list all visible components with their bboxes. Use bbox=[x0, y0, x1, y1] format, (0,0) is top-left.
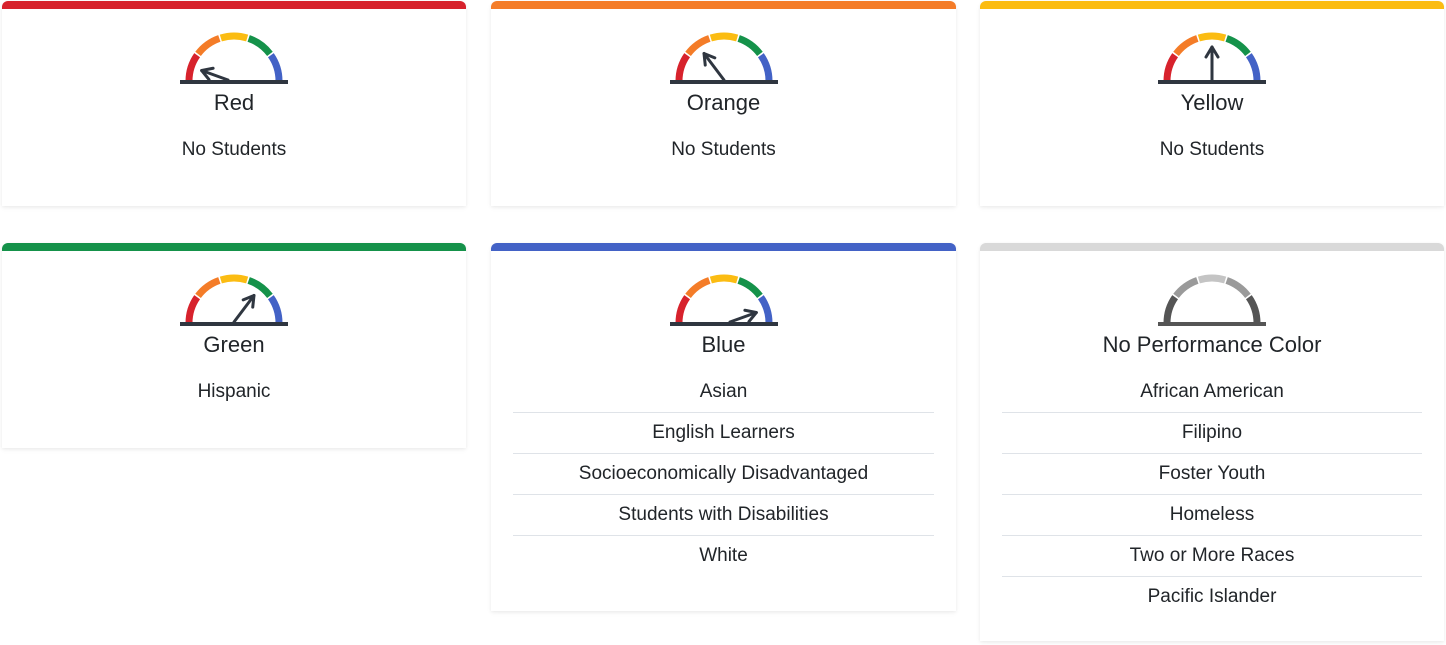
list-item: Two or More Races bbox=[1002, 536, 1422, 577]
gauge-segment bbox=[1173, 277, 1199, 299]
card-title: Orange bbox=[686, 90, 761, 115]
list-item: White bbox=[699, 545, 748, 566]
group-list: No Students bbox=[2, 130, 466, 170]
list-item: No Students bbox=[671, 139, 776, 160]
gauge-yellow-icon bbox=[1158, 32, 1266, 84]
list-item: Filipino bbox=[1002, 413, 1422, 454]
gauge-segment bbox=[675, 295, 690, 324]
gauge-segment bbox=[736, 277, 763, 299]
gauge-segment bbox=[219, 274, 249, 284]
gauge-segment bbox=[684, 35, 711, 57]
gauge-segment bbox=[1245, 53, 1261, 82]
gauge-gray-icon bbox=[1158, 274, 1266, 326]
card-no-performance-color: No Performance Color African American Fi… bbox=[980, 243, 1444, 641]
group-list: No Students bbox=[491, 130, 956, 170]
card-title: No Performance Color bbox=[1102, 332, 1322, 357]
gauge-segment bbox=[675, 53, 690, 82]
list-item: Hispanic bbox=[197, 381, 271, 402]
gauge-segment bbox=[247, 277, 273, 299]
list-item: Socioeconomically Disadvantaged bbox=[513, 454, 934, 495]
card-blue: Blue Asian English Learners Socioeconomi… bbox=[491, 243, 956, 611]
list-item: Asian bbox=[513, 372, 934, 413]
gauge-segment bbox=[736, 35, 763, 57]
group-list: Hispanic bbox=[2, 372, 466, 412]
card-title: Yellow bbox=[1180, 90, 1244, 115]
gauge-segment bbox=[247, 35, 273, 57]
gauge-segment bbox=[709, 274, 738, 284]
gauge-segment bbox=[1245, 295, 1261, 324]
gauge-blue-icon bbox=[669, 274, 778, 326]
list-item: Homeless bbox=[1002, 495, 1422, 536]
list-item: No Students bbox=[1159, 139, 1265, 160]
list-item: Students with Disabilities bbox=[513, 495, 934, 536]
list-item: English Learners bbox=[513, 413, 934, 454]
list-item: No Students bbox=[181, 139, 287, 160]
gauge-segment bbox=[267, 53, 283, 82]
gauge-segment bbox=[757, 53, 772, 82]
gauge-segment bbox=[1225, 277, 1251, 299]
card-red: Red No Students bbox=[2, 1, 466, 206]
gauge-green-icon bbox=[180, 274, 288, 326]
gauge-segment bbox=[757, 295, 772, 324]
gauge-segment bbox=[1225, 35, 1251, 57]
gauge-segment bbox=[267, 295, 283, 324]
list-item: Pacific Islander bbox=[1147, 586, 1277, 607]
card-title: Green bbox=[203, 332, 265, 357]
gauge-segment bbox=[219, 32, 249, 42]
gauge-orange-icon bbox=[669, 32, 778, 84]
gauge-segment bbox=[684, 277, 711, 299]
gauge-segment bbox=[1163, 53, 1179, 82]
card-yellow: Yellow No Students bbox=[980, 1, 1444, 206]
gauge-segment bbox=[709, 32, 738, 42]
card-title: Red bbox=[213, 90, 255, 115]
card-green: Green Hispanic bbox=[2, 243, 466, 448]
gauge-segment bbox=[195, 277, 221, 299]
gauge-segment bbox=[1197, 274, 1227, 284]
list-item: African American bbox=[1002, 372, 1422, 413]
gauge-red-icon bbox=[180, 32, 288, 84]
gauge-segment bbox=[1173, 35, 1199, 57]
gauge-segment bbox=[1163, 295, 1179, 324]
gauge-segment bbox=[195, 35, 221, 57]
group-list: Asian English Learners Socioeconomically… bbox=[491, 372, 956, 576]
group-list: African American Filipino Foster Youth H… bbox=[980, 372, 1444, 617]
card-title: Blue bbox=[701, 332, 746, 357]
gauge-segment bbox=[185, 53, 201, 82]
gauge-segment bbox=[1197, 32, 1227, 42]
card-orange: Orange No Students bbox=[491, 1, 956, 206]
gauge-segment bbox=[185, 295, 201, 324]
list-item: Foster Youth bbox=[1002, 454, 1422, 495]
group-list: No Students bbox=[980, 130, 1444, 170]
